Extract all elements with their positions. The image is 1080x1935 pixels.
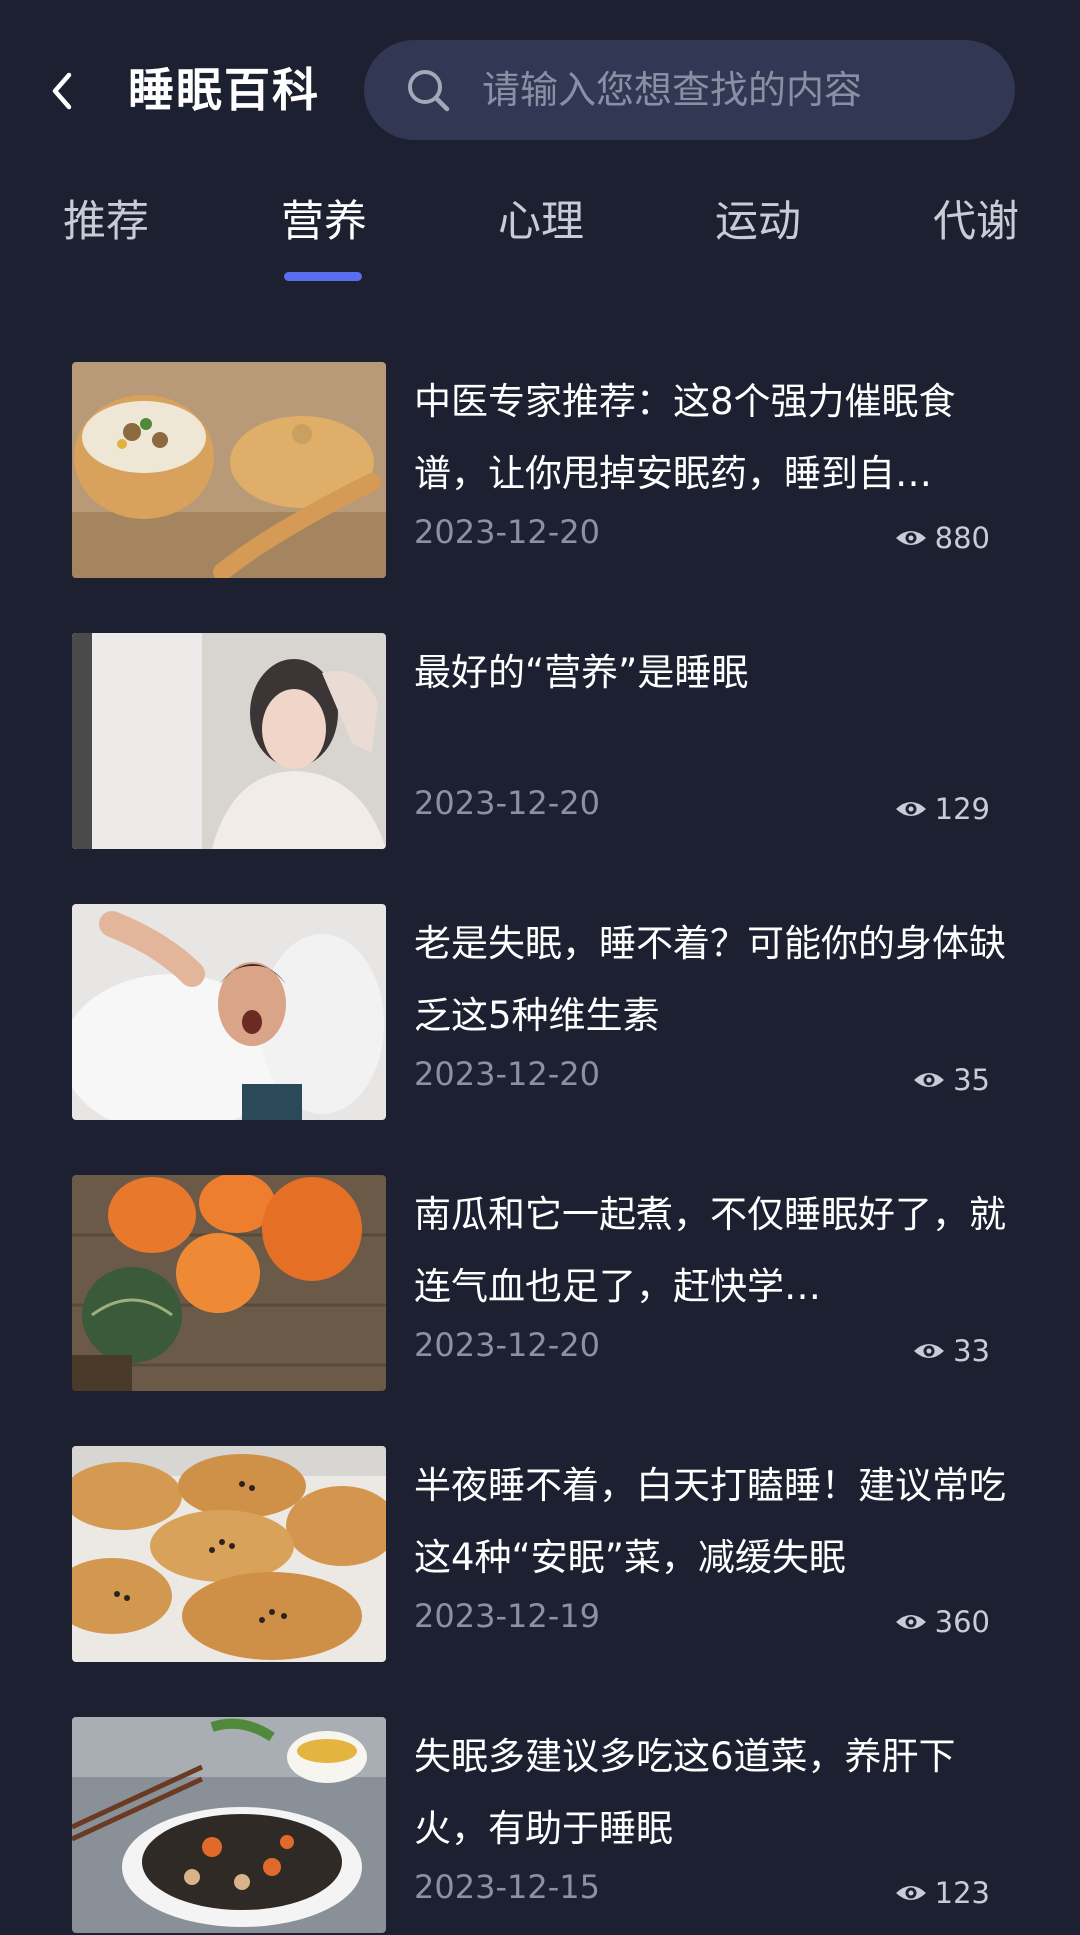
article-date: 2023-12-19: [414, 1597, 600, 1635]
eye-icon: [895, 1886, 926, 1900]
article-item[interactable]: 半夜睡不着，白天打瞌睡！建议常吃这4种“安眠”菜，减缓失眠 2023-12-19…: [0, 1446, 1080, 1664]
article-item[interactable]: 老是失眠，睡不着？可能你的身体缺乏这5种维生素 2023-12-20 35: [0, 904, 1080, 1122]
article-thumbnail: [72, 904, 386, 1120]
category-tabs: 推荐 营养 心理 运动 代谢: [0, 180, 1080, 290]
article-item[interactable]: 失眠多建议多吃这6道菜，养肝下火，有助于睡眠 2023-12-15 123: [0, 1717, 1080, 1935]
article-date: 2023-12-20: [414, 1326, 600, 1364]
view-count: 880: [895, 520, 990, 556]
article-title: 老是失眠，睡不着？可能你的身体缺乏这5种维生素: [414, 922, 1006, 1037]
article-date: 2023-12-20: [414, 784, 600, 822]
eye-icon: [895, 802, 926, 816]
view-count: 35: [913, 1062, 990, 1098]
top-bar: 睡眠百科: [0, 0, 1080, 180]
view-count-value: 880: [934, 521, 990, 555]
view-count-value: 123: [934, 1876, 990, 1910]
search-icon: [408, 70, 450, 112]
tab-exercise[interactable]: 运动: [715, 192, 801, 252]
search-input[interactable]: [480, 67, 1004, 113]
article-title: 最好的“营养”是睡眠: [414, 651, 749, 694]
article-thumbnail: [72, 362, 386, 578]
back-button[interactable]: [38, 62, 86, 120]
tab-nutrition[interactable]: 营养: [281, 192, 367, 252]
page-title: 睡眠百科: [128, 63, 320, 117]
eye-icon: [914, 1344, 945, 1358]
article-title: 南瓜和它一起煮，不仅睡眠好了，就连气血也足了，赶快学…: [414, 1193, 1006, 1308]
view-count-value: 35: [953, 1063, 990, 1097]
view-count: 129: [895, 791, 990, 827]
article-item[interactable]: 南瓜和它一起煮，不仅睡眠好了，就连气血也足了，赶快学… 2023-12-20 3…: [0, 1175, 1080, 1393]
article-thumbnail: [72, 633, 386, 849]
chevron-left-icon: [52, 72, 72, 110]
article-thumbnail: [72, 1717, 386, 1933]
tab-psychology[interactable]: 心理: [498, 192, 584, 252]
search-bar[interactable]: [364, 40, 1015, 140]
article-title: 中医专家推荐：这8个强力催眠食谱，让你甩掉安眠药，睡到自…: [414, 380, 956, 495]
article-item[interactable]: 最好的“营养”是睡眠 2023-12-20 129: [0, 633, 1080, 851]
tab-metabolism[interactable]: 代谢: [933, 192, 1019, 252]
view-count-value: 360: [934, 1605, 990, 1639]
article-thumbnail: [72, 1446, 386, 1662]
view-count: 33: [913, 1333, 990, 1369]
eye-icon: [914, 1073, 945, 1087]
article-title: 失眠多建议多吃这6道菜，养肝下火，有助于睡眠: [414, 1735, 956, 1850]
article-date: 2023-12-20: [414, 1055, 600, 1093]
article-date: 2023-12-20: [414, 513, 600, 551]
active-tab-indicator: [284, 272, 362, 281]
view-count: 360: [895, 1604, 990, 1640]
view-count-value: 33: [953, 1334, 990, 1368]
tab-recommend[interactable]: 推荐: [63, 192, 149, 252]
article-title: 半夜睡不着，白天打瞌睡！建议常吃这4种“安眠”菜，减缓失眠: [414, 1464, 1006, 1579]
view-count: 123: [895, 1875, 990, 1911]
eye-icon: [895, 531, 926, 545]
article-item[interactable]: 中医专家推荐：这8个强力催眠食谱，让你甩掉安眠药，睡到自… 2023-12-20…: [0, 362, 1080, 580]
eye-icon: [895, 1615, 926, 1629]
view-count-value: 129: [934, 792, 990, 826]
article-thumbnail: [72, 1175, 386, 1391]
article-date: 2023-12-15: [414, 1868, 600, 1906]
